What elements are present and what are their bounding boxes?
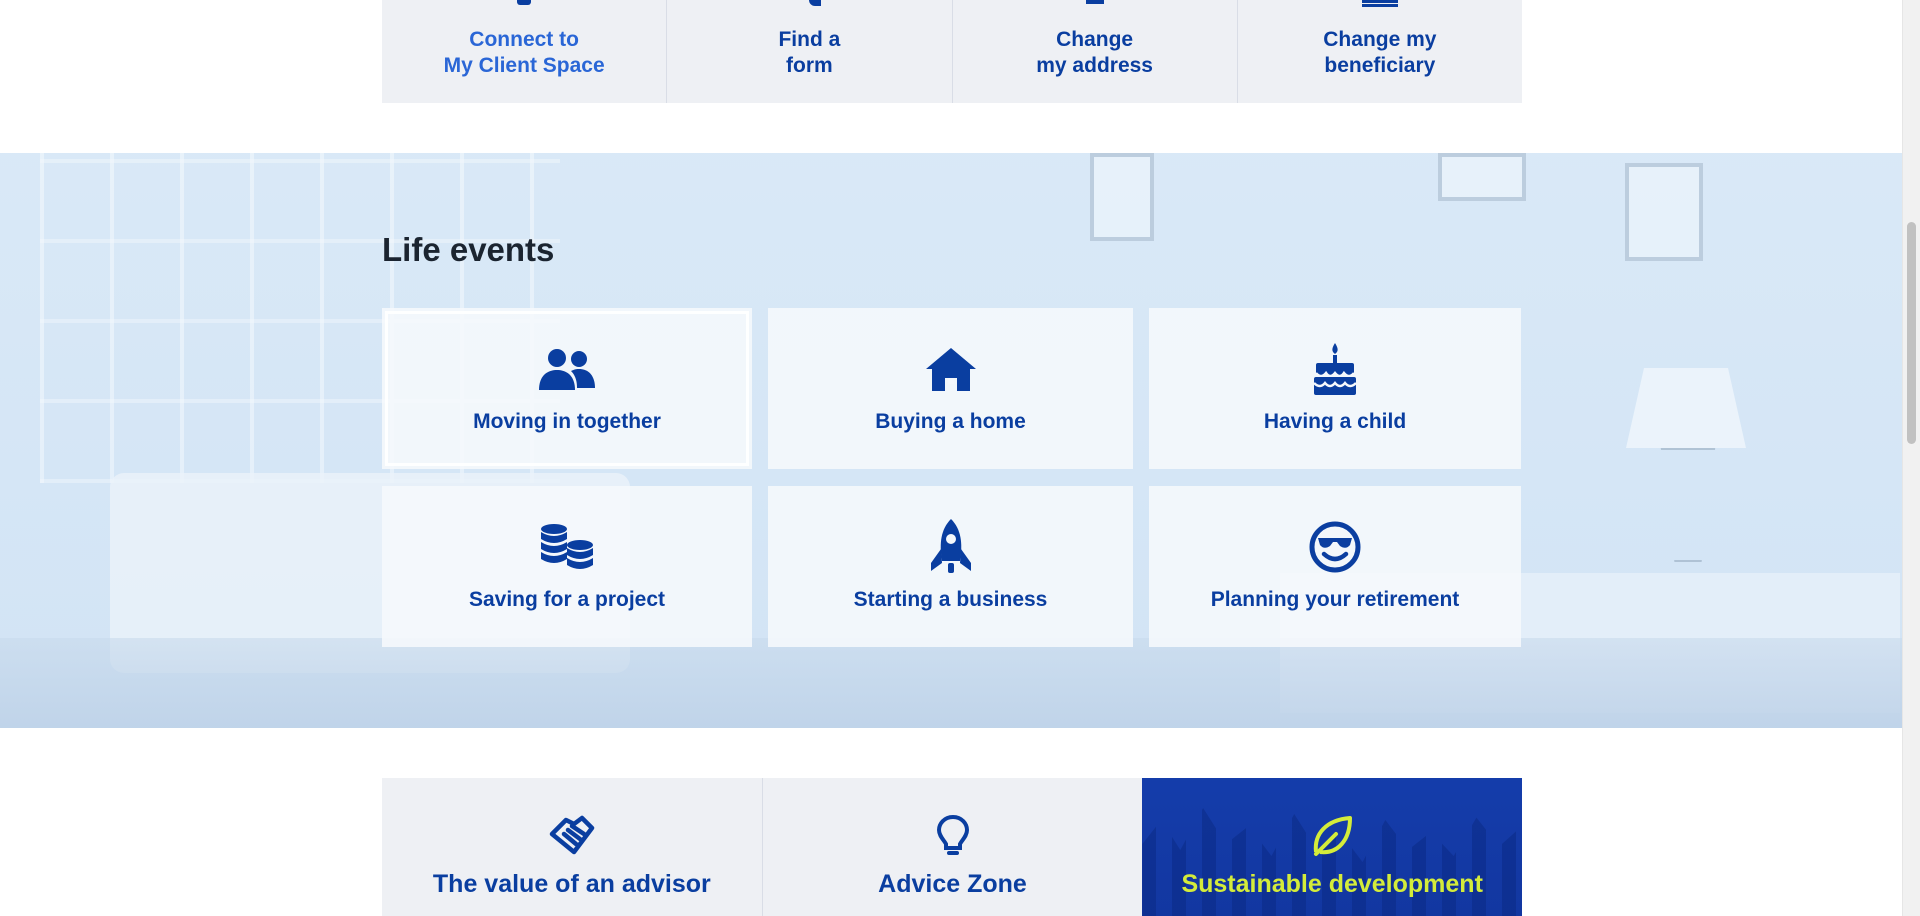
quick-link-line1: Change my [1323, 28, 1437, 51]
event-saving-for-a-project[interactable]: Saving for a project [382, 486, 752, 647]
card-label: Sustainable development [1181, 870, 1483, 898]
event-moving-in-together[interactable]: Moving in together [382, 308, 752, 469]
find-form-link[interactable]: Find a form [666, 0, 951, 103]
event-label: Starting a business [853, 588, 1048, 611]
background-frame [1438, 153, 1526, 201]
value-of-advisor-card[interactable]: The value of an advisor [382, 778, 762, 916]
event-planning-your-retirement[interactable]: Planning your retirement [1149, 486, 1521, 647]
bottom-cards: The value of an advisor Advice Zone Sust… [382, 778, 1523, 916]
event-label: Saving for a project [468, 588, 666, 611]
card-label: The value of an advisor [432, 870, 711, 898]
quick-link-line2: My Client Space [443, 54, 605, 77]
background-lamp-base [1660, 448, 1716, 562]
connect-client-space-link[interactable]: Connect to My Client Space [382, 0, 666, 103]
quick-link-line2: my address [1036, 54, 1153, 77]
sustainable-development-card[interactable]: Sustainable development [1142, 778, 1523, 916]
search-document-icon [809, 0, 822, 6]
cake-icon [1312, 343, 1358, 395]
coins-icon [539, 524, 595, 570]
quick-link-line1: Connect to [469, 28, 579, 51]
quick-links-bar: Connect to My Client Space Find a form C… [382, 0, 1522, 103]
people-icon [537, 346, 597, 392]
section-title: Life events [382, 231, 555, 268]
beneficiary-icon [1361, 0, 1398, 7]
quick-link-line1: Find a [778, 28, 841, 51]
event-label: Moving in together [473, 410, 661, 433]
advice-zone-card[interactable]: Advice Zone [761, 778, 1143, 916]
lightbulb-icon [936, 814, 970, 858]
life-events-grid: Moving in together Buying a home Having … [382, 308, 1522, 647]
sunglasses-smiley-icon [1309, 521, 1361, 573]
card-label: Advice Zone [878, 870, 1027, 898]
background-frame [1625, 163, 1703, 261]
handshake-icon [548, 814, 596, 858]
leaf-icon [1310, 814, 1354, 858]
page-scrollbar[interactable] [1902, 0, 1920, 916]
quick-link-line2: beneficiary [1324, 54, 1436, 77]
event-buying-a-home[interactable]: Buying a home [768, 308, 1133, 469]
house-icon [925, 346, 977, 392]
quick-link-line1: Change [1056, 28, 1134, 51]
event-starting-a-business[interactable]: Starting a business [768, 486, 1133, 647]
user-icon [517, 0, 532, 5]
change-beneficiary-link[interactable]: Change my beneficiary [1236, 0, 1522, 103]
background-floor [0, 638, 1903, 728]
rocket-icon [928, 519, 974, 573]
change-address-link[interactable]: Change my address [951, 0, 1237, 103]
life-events-section: Life events Moving in together Buying a [0, 153, 1903, 728]
quick-link-line2: form [786, 54, 833, 77]
event-label: Planning your retirement [1210, 588, 1460, 611]
background-frame [1090, 153, 1154, 241]
event-having-a-child[interactable]: Having a child [1149, 308, 1521, 469]
event-label: Buying a home [875, 410, 1026, 433]
scrollbar-thumb[interactable] [1907, 222, 1916, 444]
background-lamp [1626, 368, 1746, 448]
event-label: Having a child [1263, 410, 1407, 433]
address-icon [1085, 0, 1104, 4]
